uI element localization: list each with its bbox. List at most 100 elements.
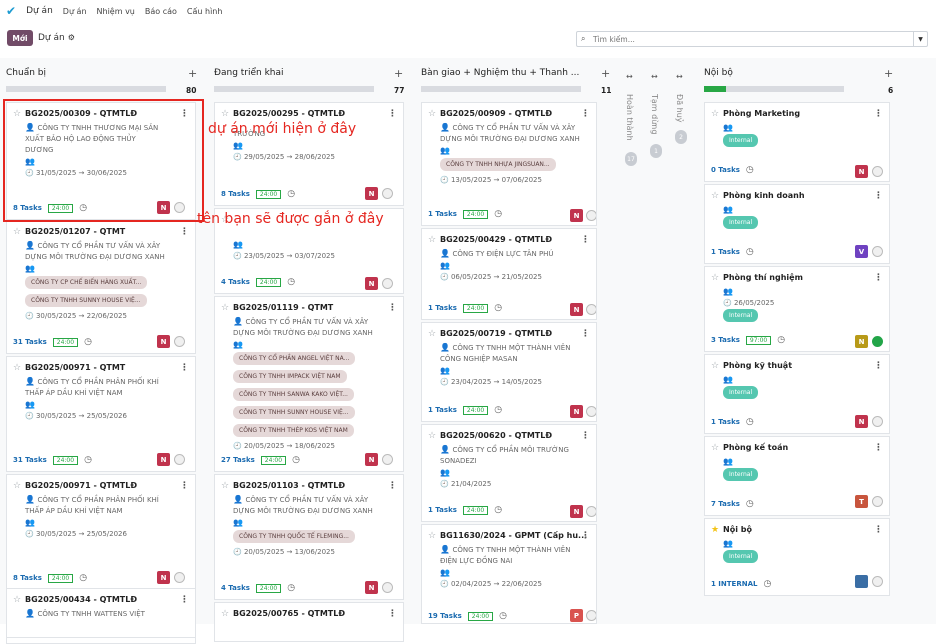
clock-icon[interactable]: ◷ (494, 505, 502, 515)
clock-icon[interactable]: ◷ (777, 335, 785, 345)
tasks-link[interactable]: 1 Tasks (711, 418, 740, 426)
avatar[interactable]: N (365, 581, 378, 594)
tag[interactable]: CÔNG TY TNHH QUỐC TẾ FLEMING... (233, 530, 355, 543)
kebab-icon[interactable]: ⋮ (388, 109, 397, 119)
avatar[interactable]: V (855, 245, 868, 258)
tag[interactable]: CÔNG TY CỔ PHẦN ANGEL VIỆT NA... (233, 352, 356, 365)
status-icon[interactable] (382, 188, 393, 199)
kebab-icon[interactable]: ⋮ (581, 329, 590, 339)
status-icon[interactable] (174, 572, 185, 583)
folded-column-cancelled[interactable]: ↔ Đã huỷ 2 (670, 58, 694, 624)
kebab-icon[interactable]: ⋮ (581, 531, 590, 541)
tasks-link[interactable]: 7 Tasks (711, 500, 740, 508)
status-icon[interactable] (872, 416, 883, 427)
tasks-link[interactable]: 1 Tasks (711, 248, 740, 256)
tasks-link[interactable]: 1 Tasks (428, 304, 457, 312)
kebab-icon[interactable]: ⋮ (581, 235, 590, 245)
tasks-link[interactable]: 3 Tasks (711, 336, 740, 344)
project-card[interactable]: ☆ BG2025/00434 - QTMTLĐ ⋮ 👤 CÔNG TY TNHH… (6, 588, 196, 638)
avatar[interactable]: T (855, 495, 868, 508)
kebab-icon[interactable]: ⋮ (874, 273, 883, 283)
progress-bar[interactable] (214, 86, 374, 92)
status-icon[interactable] (382, 454, 393, 465)
add-icon[interactable]: + (884, 67, 893, 80)
status-icon[interactable] (586, 210, 596, 221)
status-icon[interactable] (586, 406, 596, 417)
tag[interactable]: Internal (723, 468, 759, 481)
avatar[interactable]: N (855, 415, 868, 428)
tasks-link[interactable]: 0 Tasks (711, 166, 740, 174)
status-icon[interactable] (872, 576, 883, 587)
tasks-link[interactable]: 4 Tasks (221, 278, 250, 286)
tasks-link[interactable]: 19 Tasks (428, 612, 462, 620)
star-icon[interactable]: ☆ (221, 609, 229, 619)
nav-item-config[interactable]: Cấu hình (187, 7, 223, 16)
star-icon[interactable]: ☆ (428, 431, 436, 441)
folded-column-paused[interactable]: ↔ Tạm dừng 1 (645, 58, 669, 624)
clock-icon[interactable]: ◷ (746, 165, 754, 175)
kebab-icon[interactable]: ⋮ (180, 363, 189, 373)
project-card[interactable]: ☆ BG2025/01103 - QTMTLĐ ⋮ 👤 CÔNG TY CỔ P… (214, 474, 404, 600)
nav-item-reports[interactable]: Báo cáo (145, 7, 177, 16)
star-icon[interactable]: ☆ (221, 481, 229, 491)
avatar[interactable]: N (157, 571, 170, 584)
progress-bar[interactable] (704, 86, 844, 92)
project-card[interactable]: ☆ BG11630/2024 - GPMT (Cấp hu... ⋮ 👤 CÔN… (421, 524, 597, 624)
column-title[interactable]: Bàn giao + Nghiệm thu + Thanh ... (421, 68, 579, 78)
tag[interactable]: Internal (723, 134, 759, 147)
tasks-link[interactable]: 1 Tasks (428, 506, 457, 514)
tasks-link[interactable]: 31 Tasks (13, 338, 47, 346)
status-icon[interactable] (174, 336, 185, 347)
status-icon[interactable] (872, 166, 883, 177)
avatar[interactable]: N (570, 405, 583, 418)
kebab-icon[interactable]: ⋮ (874, 443, 883, 453)
clock-icon[interactable]: ◷ (499, 611, 507, 621)
clock-icon[interactable]: ◷ (292, 455, 300, 465)
chevron-down-icon[interactable]: ▼ (913, 32, 927, 46)
clock-icon[interactable]: ◷ (287, 189, 295, 199)
tag[interactable]: CÔNG TY CP CHẾ BIẾN HÀNG XUẤT... (25, 276, 148, 289)
star-icon[interactable]: ☆ (428, 235, 436, 245)
tag[interactable]: Internal (723, 550, 759, 563)
star-icon[interactable]: ☆ (221, 303, 229, 313)
avatar[interactable]: N (855, 335, 868, 348)
tag[interactable]: CÔNG TY TNHH NHỰA JINGSUAN... (440, 158, 556, 171)
clock-icon[interactable]: ◷ (494, 405, 502, 415)
tasks-link[interactable]: 1 INTERNAL (711, 580, 757, 588)
tag[interactable]: Internal (723, 216, 759, 229)
avatar[interactable]: N (365, 187, 378, 200)
clock-icon[interactable]: ◷ (494, 209, 502, 219)
kebab-icon[interactable]: ⋮ (581, 431, 590, 441)
status-icon[interactable] (586, 610, 596, 621)
avatar[interactable]: N (365, 277, 378, 290)
star-filled-icon[interactable]: ★ (711, 525, 719, 535)
progress-bar[interactable] (6, 86, 166, 92)
star-icon[interactable]: ☆ (711, 109, 719, 119)
project-card[interactable]: ☆ BG2025/00620 - QTMTLĐ ⋮ 👤 CÔNG TY CỔ P… (421, 424, 597, 522)
kebab-icon[interactable]: ⋮ (180, 481, 189, 491)
column-title[interactable]: Chuẩn bị (6, 68, 46, 78)
status-icon[interactable] (586, 304, 596, 315)
avatar[interactable]: N (570, 209, 583, 222)
status-icon[interactable] (872, 336, 883, 347)
add-icon[interactable]: + (188, 67, 197, 80)
status-icon[interactable] (382, 582, 393, 593)
star-icon[interactable]: ☆ (13, 227, 21, 237)
star-icon[interactable]: ☆ (13, 363, 21, 373)
star-icon[interactable]: ☆ (13, 481, 21, 491)
avatar[interactable]: N (570, 303, 583, 316)
avatar[interactable]: N (570, 505, 583, 518)
project-card[interactable]: ☆ BG2025/00765 - QTMTLĐ ⋮ (214, 602, 404, 642)
clock-icon[interactable]: ◷ (84, 337, 92, 347)
tag[interactable]: CÔNG TY TNHH THÉP KOS VIỆT NAM (233, 424, 354, 437)
clock-icon[interactable]: ◷ (84, 455, 92, 465)
kebab-icon[interactable]: ⋮ (388, 609, 397, 619)
tasks-link[interactable]: 8 Tasks (13, 574, 42, 582)
project-card[interactable]: ☆ BG2025/00295 - QTMTLĐ ⋮ TRƯỜNG 👥 🕘 29/05… (214, 102, 404, 206)
add-icon[interactable]: + (601, 67, 610, 80)
star-icon[interactable]: ☆ (221, 109, 229, 119)
expand-icon[interactable]: ↔ (626, 72, 633, 81)
project-card[interactable]: ☆ BG2025/01119 - QTMT ⋮ 👤 CÔNG TY CỔ PHẦ… (214, 296, 404, 472)
star-icon[interactable]: ☆ (711, 273, 719, 283)
kebab-icon[interactable]: ⋮ (388, 481, 397, 491)
